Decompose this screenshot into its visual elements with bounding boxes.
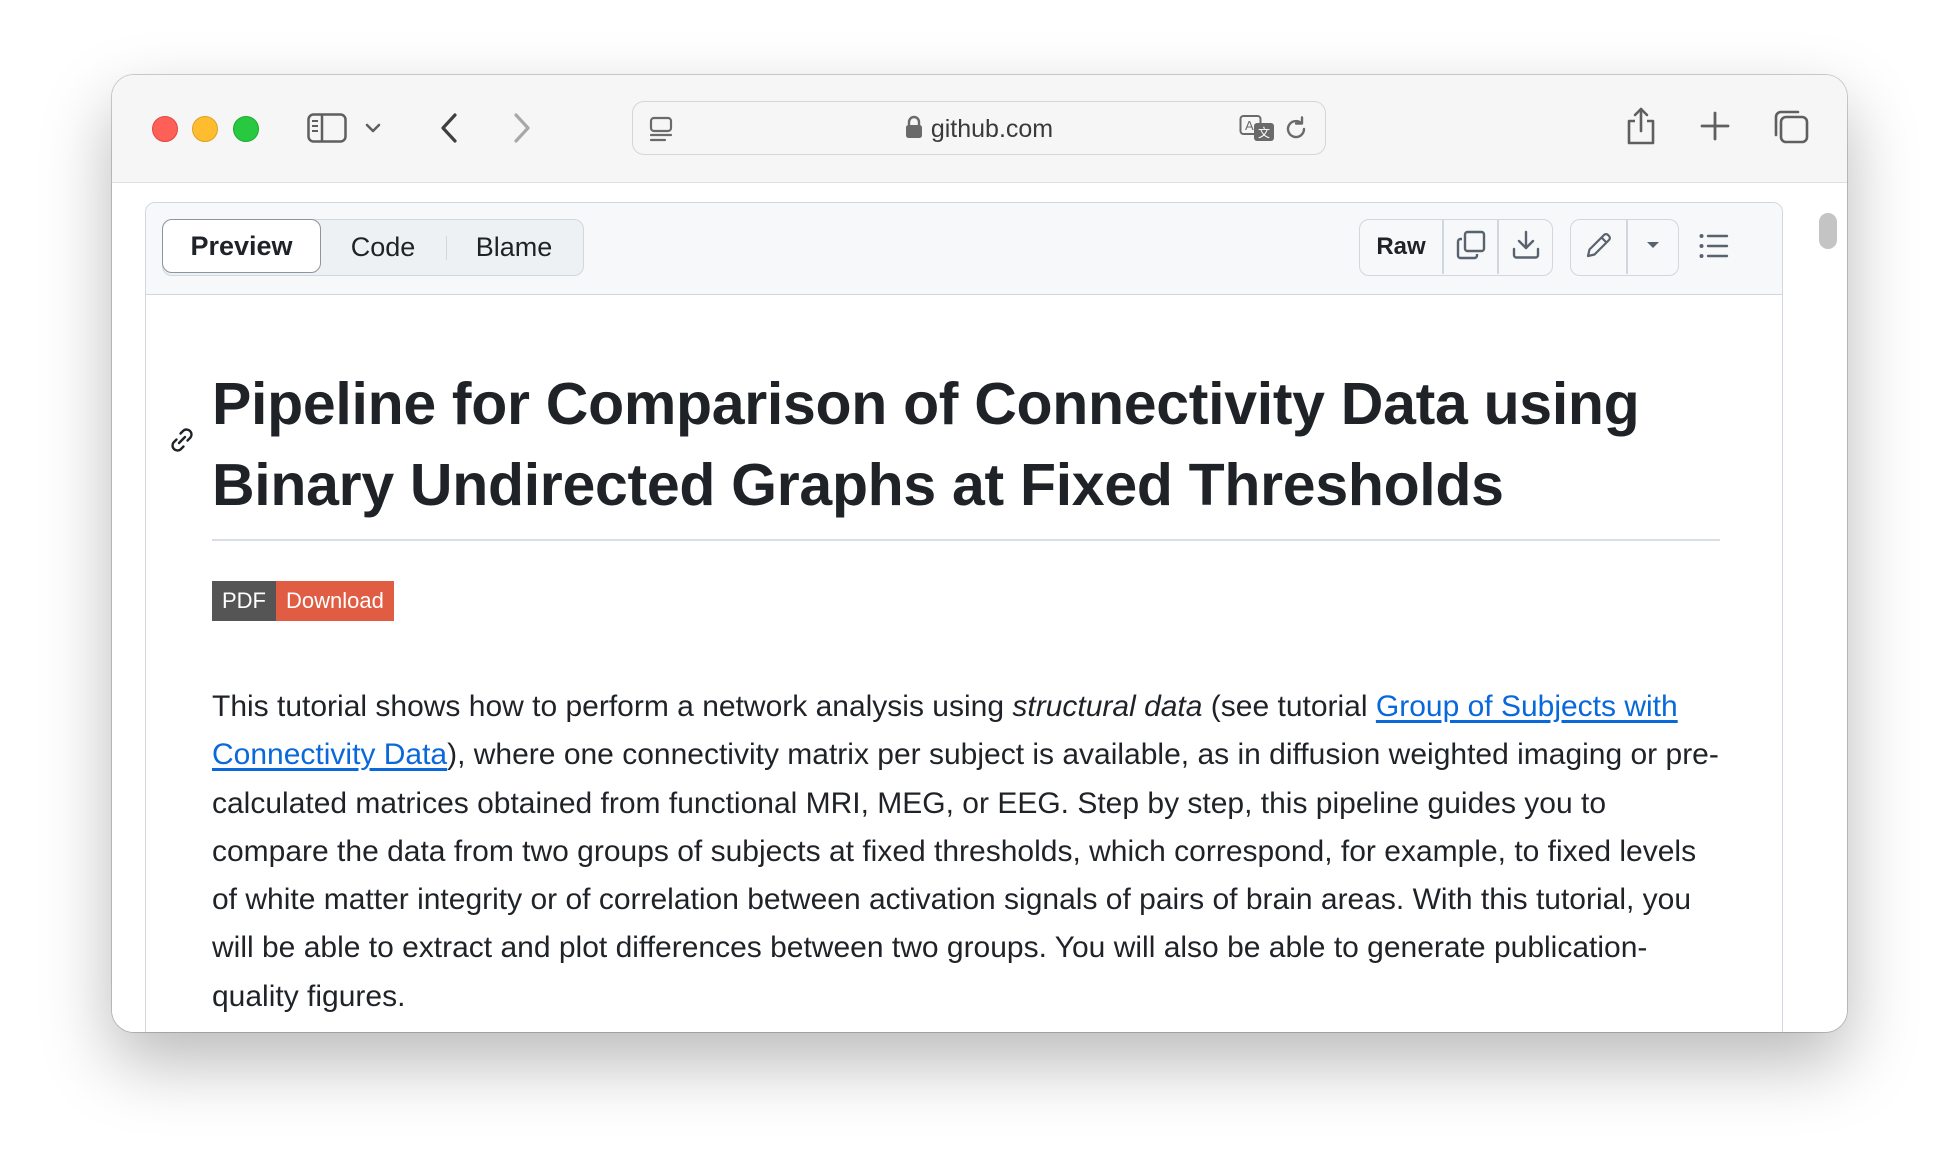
sidebar-icon[interactable]: [307, 113, 347, 143]
reload-icon[interactable]: [1283, 116, 1309, 142]
chevron-left-icon[interactable]: [437, 111, 461, 145]
link-icon[interactable]: [166, 424, 198, 461]
tab-blame[interactable]: Blame: [447, 220, 581, 274]
close-window-button[interactable]: [152, 116, 178, 142]
zoom-window-button[interactable]: [233, 116, 259, 142]
pdf-download-badge[interactable]: PDF Download: [212, 581, 394, 621]
view-mode-tabs: Preview Code Blame: [162, 219, 584, 276]
browser-toolbar: github.com A文: [112, 75, 1847, 183]
edit-file-button[interactable]: [1571, 220, 1626, 274]
outline-button[interactable]: [1698, 231, 1730, 266]
share-icon[interactable]: [1624, 105, 1658, 147]
tab-preview[interactable]: Preview: [162, 219, 321, 273]
tab-code[interactable]: Code: [321, 220, 445, 274]
browser-window: github.com A文 Preview Code Blame Raw Pip…: [112, 75, 1847, 1032]
lock-icon: [905, 115, 923, 146]
list-icon: [1698, 234, 1730, 265]
chevron-right-icon[interactable]: [510, 111, 534, 145]
url-label: github.com: [930, 115, 1054, 143]
badge-message: Download: [276, 581, 394, 621]
copy-raw-button[interactable]: [1444, 220, 1497, 274]
pencil-icon: [1584, 230, 1614, 265]
scrollbar-thumb[interactable]: [1819, 213, 1837, 249]
chevron-down-icon[interactable]: [364, 121, 382, 135]
raw-label: Raw: [1376, 233, 1426, 260]
address-bar[interactable]: github.com A文: [632, 101, 1326, 155]
minimize-window-button[interactable]: [192, 116, 218, 142]
badge-label: PDF: [212, 581, 276, 621]
url-text: github.com: [633, 115, 1325, 146]
caret-down-icon: [1644, 238, 1662, 256]
page-content: Preview Code Blame Raw Pipeline for Comp…: [112, 183, 1847, 1032]
page-title: Pipeline for Comparison of Connectivity …: [212, 371, 1640, 518]
plus-icon[interactable]: [1700, 111, 1730, 141]
download-raw-button[interactable]: [1499, 220, 1552, 274]
edit-button-group: [1570, 219, 1679, 276]
file-header: Preview Code Blame Raw: [146, 203, 1782, 295]
tab-overview-icon[interactable]: [1772, 109, 1810, 145]
translate-icon[interactable]: A文: [1239, 114, 1277, 144]
paragraph-text: ), where one connectivity matrix per sub…: [212, 738, 1719, 1013]
copy-icon: [1456, 230, 1486, 265]
download-icon: [1511, 230, 1541, 265]
paragraph-text: (see tutorial: [1202, 690, 1376, 723]
svg-text:文: 文: [1258, 125, 1270, 140]
file-view: Preview Code Blame Raw Pipeline for Comp…: [145, 202, 1783, 1032]
paragraph-text: This tutorial shows how to perform a net…: [212, 690, 1013, 723]
edit-options-button[interactable]: [1628, 220, 1678, 274]
title-divider: [212, 539, 1720, 541]
raw-copy-download-group: Raw: [1359, 219, 1553, 276]
emphasis-text: structural data: [1012, 690, 1203, 723]
intro-paragraph: This tutorial shows how to perform a net…: [212, 683, 1720, 1021]
raw-button[interactable]: Raw: [1360, 220, 1442, 274]
svg-text:A: A: [1245, 118, 1254, 133]
